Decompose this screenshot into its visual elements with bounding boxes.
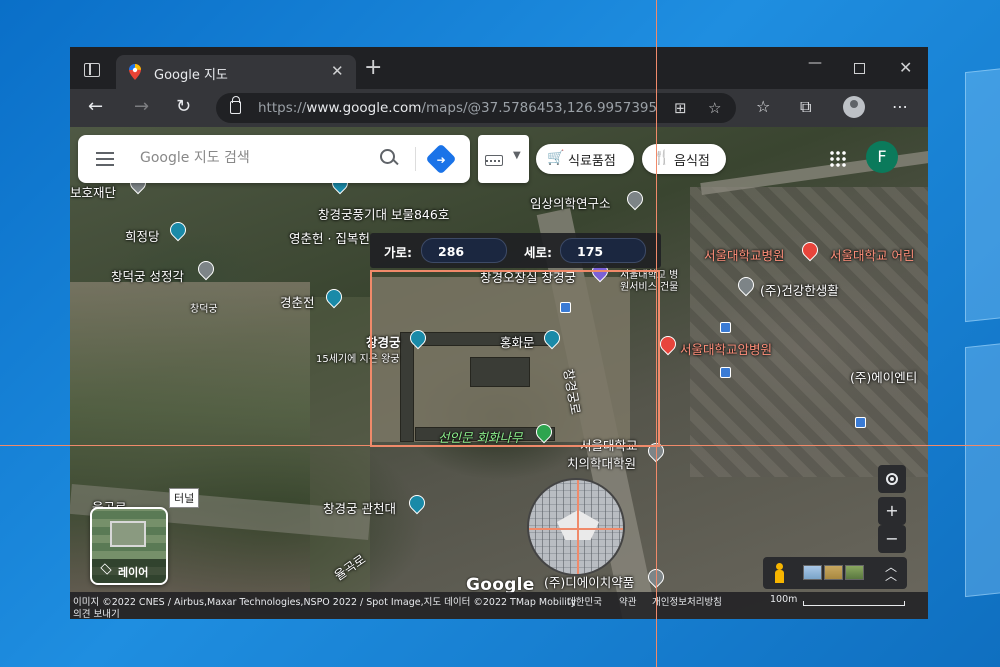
- place-label[interactable]: 창덕궁 성정각: [111, 266, 184, 285]
- desktop-logo-pane: [965, 342, 1000, 598]
- favorites-icon[interactable]: ☆: [756, 97, 770, 116]
- window-close-button[interactable]: ✕: [899, 58, 912, 77]
- google-maps-favicon-icon: [129, 64, 141, 80]
- input-tools-button[interactable]: ▼: [478, 135, 529, 183]
- layer-preview: [110, 521, 146, 547]
- forward-button[interactable]: →: [134, 96, 149, 117]
- imagery-thumb[interactable]: [803, 565, 822, 580]
- address-bar[interactable]: https://www.google.com/maps/@37.5786453,…: [216, 93, 736, 123]
- bus-stop-icon[interactable]: [720, 322, 731, 333]
- place-label[interactable]: (주)디에이치약품: [544, 572, 634, 591]
- reload-button[interactable]: ↻: [176, 96, 191, 117]
- tab-actions-icon[interactable]: [84, 63, 100, 77]
- minimize-button[interactable]: —: [808, 55, 822, 71]
- my-location-button[interactable]: [878, 465, 906, 493]
- country-label: 대한민국: [567, 597, 602, 608]
- width-field[interactable]: 286: [421, 238, 507, 263]
- chip-label: 식료품점: [568, 154, 616, 169]
- search-input[interactable]: [140, 150, 360, 166]
- zoom-out-button[interactable]: −: [878, 525, 906, 553]
- magnifier-loupe: [527, 478, 625, 576]
- desktop-logo-pane: [965, 67, 1000, 323]
- profile-avatar[interactable]: [843, 96, 865, 118]
- lock-icon[interactable]: [230, 96, 241, 114]
- back-button[interactable]: ←: [88, 96, 103, 117]
- feedback-link[interactable]: 의견 보내기: [73, 606, 120, 619]
- imagery-thumb[interactable]: [824, 565, 843, 580]
- place-label[interactable]: (주)에이엔티: [850, 367, 917, 386]
- chevron-up-icon[interactable]: ︿ ︿: [885, 561, 897, 582]
- chip-label: 음식점: [674, 154, 710, 169]
- place-label[interactable]: 서울대학교 어린: [830, 245, 914, 264]
- place-label[interactable]: 서울대학교암병원: [680, 339, 772, 358]
- height-field[interactable]: 175: [560, 238, 646, 263]
- directions-icon[interactable]: ➜: [425, 143, 457, 175]
- attribution-text: 이미지 ©2022 CNES / Airbus,Maxar Technologi…: [73, 597, 577, 608]
- chevron-down-icon: ▼: [513, 150, 521, 161]
- add-favorite-icon[interactable]: ☆: [708, 99, 721, 117]
- width-label: 가로:: [384, 245, 412, 260]
- layers-label-bar: 레이어: [92, 559, 166, 583]
- layers-icon: [100, 563, 112, 575]
- chip-grocery[interactable]: 🛒 식료품점: [536, 144, 634, 174]
- street-view-bar: ︿ ︿: [763, 557, 907, 589]
- tab-google-maps[interactable]: Google 지도 ✕: [116, 55, 356, 89]
- tab-bar: Google 지도 ✕ + — ✕: [70, 47, 928, 89]
- guide-line-vertical: [656, 0, 657, 667]
- terms-link[interactable]: 약관: [619, 594, 636, 608]
- layers-toggle[interactable]: 레이어: [90, 507, 168, 585]
- place-label[interactable]: 영춘헌 · 집복헌: [289, 228, 370, 247]
- divider: [415, 147, 416, 171]
- map-footer: 이미지 ©2022 CNES / Airbus,Maxar Technologi…: [70, 592, 928, 619]
- keyboard-icon: [485, 155, 503, 166]
- place-label[interactable]: 창경궁 관천대: [323, 498, 396, 517]
- place-label[interactable]: 경춘전: [280, 292, 315, 311]
- new-tab-button[interactable]: +: [364, 57, 382, 79]
- google-apps-icon[interactable]: [829, 150, 846, 167]
- landmark-pin-icon[interactable]: [405, 491, 429, 515]
- guide-line-horizontal: [0, 445, 1000, 446]
- place-label[interactable]: (주)건강한생활: [760, 280, 839, 299]
- crosshair: [529, 528, 623, 530]
- place-label[interactable]: 서울대학교병원: [704, 245, 785, 264]
- cart-icon: 🛒: [547, 150, 565, 166]
- tab-close-icon[interactable]: ✕: [331, 62, 344, 80]
- place-label[interactable]: 창덕궁: [190, 300, 218, 315]
- place-pin-icon[interactable]: [194, 257, 218, 281]
- place-label[interactable]: 치의학대학원: [567, 453, 636, 472]
- map-tooltip: 터널: [169, 488, 200, 508]
- privacy-link[interactable]: 개인정보처리방침: [652, 594, 722, 608]
- collections-icon[interactable]: ⧉: [800, 97, 811, 117]
- search-icon[interactable]: [378, 147, 400, 169]
- landmark-pin-icon[interactable]: [166, 218, 190, 242]
- crosshair: [577, 480, 579, 574]
- search-box: ➜: [78, 135, 470, 183]
- browser-toolbar: ← → ↻ https://www.google.com/maps/@37.57…: [70, 89, 928, 127]
- place-label[interactable]: 희정당: [125, 226, 160, 245]
- place-pin-icon[interactable]: [623, 187, 647, 211]
- place-label[interactable]: 창경궁풍기대 보물846호: [318, 204, 449, 223]
- menu-icon[interactable]: [96, 152, 114, 166]
- url-text[interactable]: https://www.google.com/maps/@37.5786453,…: [258, 100, 658, 116]
- imagery-thumb[interactable]: [845, 565, 864, 580]
- selection-rectangle[interactable]: [370, 270, 660, 447]
- bus-stop-icon[interactable]: [720, 367, 731, 378]
- zoom-in-button[interactable]: +: [878, 497, 906, 525]
- app-install-icon[interactable]: ⊞: [674, 99, 687, 117]
- bus-stop-icon[interactable]: [855, 417, 866, 428]
- chip-restaurant[interactable]: 🍴 음식점: [642, 144, 726, 174]
- tab-title: Google 지도: [154, 68, 228, 83]
- account-avatar[interactable]: F: [866, 141, 898, 173]
- place-label[interactable]: 임상의학연구소: [530, 193, 611, 212]
- pegman-icon[interactable]: [775, 563, 784, 583]
- scale-label[interactable]: 100m: [770, 594, 797, 605]
- height-label: 세로:: [524, 245, 552, 260]
- place-label[interactable]: 보호재단: [70, 182, 116, 201]
- hospital-pin-icon[interactable]: [656, 332, 680, 356]
- selection-size-panel: 가로: 286 세로: 175: [370, 233, 661, 268]
- scale-bar[interactable]: [803, 601, 905, 606]
- maximize-button[interactable]: [854, 63, 865, 74]
- location-icon: [886, 473, 898, 485]
- more-menu-icon[interactable]: ⋯: [892, 97, 908, 116]
